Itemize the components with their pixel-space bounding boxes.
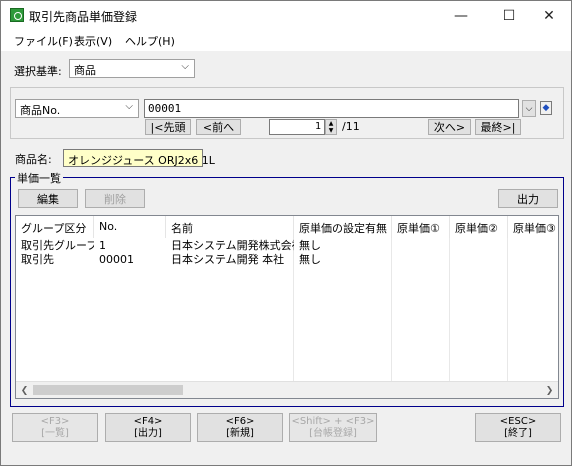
f4-key-label: <F4>	[133, 415, 163, 427]
window-title: 取引先商品単価登録	[29, 10, 138, 24]
table-cell: 00001	[99, 253, 134, 266]
table-cell: 日本システム開発 本社	[171, 253, 285, 266]
f6-key-label: <F6>	[225, 415, 255, 427]
menu-file[interactable]: ファイル(F)	[14, 33, 73, 49]
title-bar: 取引先商品単価登録 — ☐ ✕	[1, 1, 571, 30]
f3-name-label: [一覧]	[41, 427, 69, 439]
product-name-label: 商品名:	[15, 153, 52, 166]
maximize-button[interactable]: ☐	[487, 1, 531, 30]
edit-button[interactable]: 編集	[18, 189, 78, 208]
table-cell: 日本システム開発株式会社	[171, 239, 294, 252]
output-button[interactable]: 出力	[498, 189, 558, 208]
shift-f3-register-button[interactable]: <Shift> + <F3> [台帳登録]	[289, 413, 377, 442]
table-row[interactable]: 取引先グループ 1 日本システム開発株式会社 無し	[16, 239, 558, 253]
column-header[interactable]: 原単価②	[450, 216, 508, 238]
field-select-value: 商品No.	[20, 104, 61, 117]
prev-record-button[interactable]: <前へ	[196, 119, 241, 135]
menu-view[interactable]: 表示(V)	[74, 33, 112, 49]
product-name-value: オレンジジュース ORJ2x6 1L	[63, 149, 215, 167]
page-total: /11	[342, 120, 360, 133]
f6-name-label: [新規]	[226, 427, 254, 439]
field-select[interactable]: 商品No. ⌵	[15, 99, 139, 118]
f6-new-button[interactable]: <F6> [新規]	[197, 413, 283, 442]
code-dropdown-button[interactable]: ⌵	[522, 100, 536, 117]
table-cell: 無し	[299, 239, 321, 252]
spin-up-icon[interactable]: ▲	[329, 120, 334, 127]
code-input[interactable]: 00001	[144, 99, 519, 118]
close-button[interactable]: ✕	[527, 1, 571, 30]
esc-name-label: [終了]	[504, 427, 532, 439]
f4-output-button[interactable]: <F4> [出力]	[105, 413, 191, 442]
column-header[interactable]: 名前	[166, 216, 294, 238]
scrollbar-thumb[interactable]	[33, 385, 183, 395]
last-record-button[interactable]: 最終>|	[475, 119, 521, 135]
criteria-label: 選択基準:	[14, 65, 62, 78]
shift-f3-key-label: <Shift> + <F3>	[291, 415, 375, 427]
table-cell: 取引先グループ	[21, 239, 94, 252]
shift-f3-name-label: [台帳登録]	[309, 427, 357, 439]
next-record-button[interactable]: 次へ>	[428, 119, 471, 135]
column-header[interactable]: 原単価③	[508, 216, 558, 238]
chevron-down-icon: ⌵	[125, 101, 133, 112]
chevron-down-icon: ⌵	[181, 61, 189, 72]
table-header: グループ区分 No. 名前 原単価の設定有無 原単価① 原単価② 原単価③	[16, 216, 558, 238]
criteria-select[interactable]: 商品 ⌵	[69, 59, 195, 78]
table-cell: 取引先	[21, 253, 54, 266]
f3-key-label: <F3>	[40, 415, 70, 427]
app-window: 取引先商品単価登録 — ☐ ✕ ファイル(F) 表示(V) ヘルプ(H) 選択基…	[0, 0, 572, 466]
page-number-input[interactable]: 1	[269, 119, 325, 135]
first-record-button[interactable]: |<先頭	[145, 119, 191, 135]
column-header[interactable]: No.	[94, 216, 166, 238]
page-spinner[interactable]: ▲ ▼	[325, 119, 337, 135]
table-cell: 1	[99, 239, 106, 252]
criteria-value: 商品	[74, 64, 96, 77]
minimize-button[interactable]: —	[439, 1, 483, 30]
menu-bar: ファイル(F) 表示(V) ヘルプ(H)	[1, 30, 571, 51]
scroll-left-icon[interactable]: ❮	[16, 383, 33, 398]
column-header[interactable]: グループ区分	[16, 216, 94, 238]
scroll-right-icon[interactable]: ❯	[541, 383, 558, 398]
price-table[interactable]: グループ区分 No. 名前 原単価の設定有無 原単価① 原単価② 原単価③ 取引…	[15, 215, 559, 399]
horizontal-scrollbar[interactable]: ❮ ❯	[16, 381, 558, 398]
column-header[interactable]: 原単価①	[392, 216, 450, 238]
table-cell: 無し	[299, 253, 321, 266]
f3-list-button[interactable]: <F3> [一覧]	[12, 413, 98, 442]
esc-key-label: <ESC>	[499, 415, 537, 427]
f4-name-label: [出力]	[134, 427, 162, 439]
delete-button[interactable]: 削除	[85, 189, 145, 208]
price-list-title: 単価一覧	[15, 170, 63, 186]
chevron-down-icon: ⌵	[525, 103, 533, 114]
spin-down-icon[interactable]: ▼	[329, 127, 334, 134]
menu-help[interactable]: ヘルプ(H)	[125, 33, 175, 49]
table-row[interactable]: 取引先 00001 日本システム開発 本社 無し	[16, 253, 558, 267]
app-icon	[10, 8, 24, 22]
lookup-icon[interactable]: ◆	[540, 101, 552, 115]
column-header[interactable]: 原単価の設定有無	[294, 216, 392, 238]
esc-exit-button[interactable]: <ESC> [終了]	[475, 413, 561, 442]
